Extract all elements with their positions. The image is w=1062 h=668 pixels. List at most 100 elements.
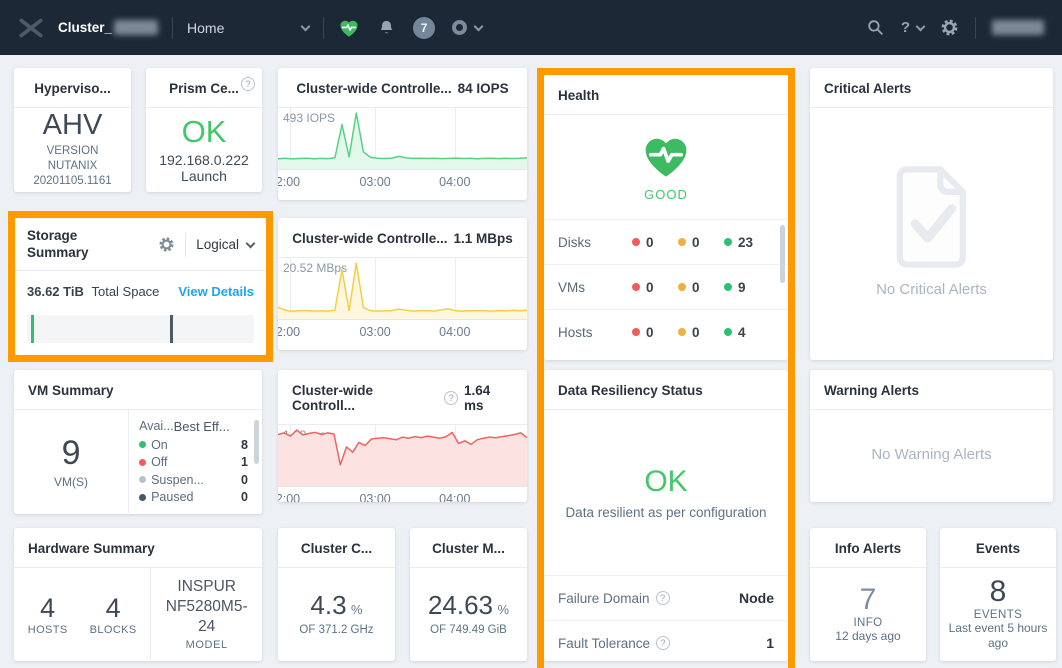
help-circle-icon[interactable]: ?: [656, 636, 670, 650]
scrollbar[interactable]: [780, 225, 785, 283]
help-menu[interactable]: ?: [901, 19, 924, 36]
mbps-chart-plot: 20.52 MBps: [278, 258, 527, 320]
nav-menu-current: Home: [187, 20, 224, 36]
warning-alerts-title: Warning Alerts: [810, 370, 1053, 410]
health-status: GOOD: [644, 187, 688, 202]
hosts-label: HOSTS: [28, 624, 68, 636]
iops-chart-plot: 493 IOPS: [278, 108, 527, 170]
hypervisor-summary-tile: Hyperviso... AHV VERSION NUTANIX 2020110…: [14, 68, 131, 192]
info-alerts-label: INFO: [853, 617, 882, 629]
hypervisor-sub3: 20201105.1161: [33, 174, 111, 189]
prism-central-launch[interactable]: Launch: [181, 168, 227, 184]
storage-usage-bar: [27, 315, 254, 343]
cluster-memory-value: 24.63 %: [428, 590, 509, 621]
hardware-counts: 4 HOSTS 4 BLOCKS: [14, 568, 150, 660]
health-heart-icon[interactable]: [338, 18, 360, 38]
chevron-down-icon: [246, 238, 256, 248]
cluster-cpu-tile: Cluster C... 4.3 % OF 371.2 GHz: [278, 528, 395, 661]
tasks-menu[interactable]: [452, 20, 482, 35]
vm-summary-title: VM Summary: [14, 370, 262, 410]
blocks-count: 4: [106, 593, 121, 624]
storage-gear-icon[interactable]: [158, 236, 175, 253]
health-rows: Disks 0 0 23 VMs 0 0 9 Hosts 0 0 4: [544, 219, 788, 354]
blocks-label: BLOCKS: [90, 624, 137, 636]
vm-state-row: Paused0: [139, 490, 248, 504]
mbps-x-axis: 2:00 03:00 04:00: [278, 320, 527, 344]
vm-count: 9: [62, 434, 81, 473]
nutanix-logo-icon[interactable]: [18, 15, 44, 41]
data-resiliency-title: Data Resiliency Status: [544, 370, 788, 410]
nav-divider: [172, 17, 173, 39]
cluster-cpu-capacity: OF 371.2 GHz: [299, 624, 373, 636]
vm-count-block: 9 VM(S): [14, 410, 128, 513]
mbps-chart-tile[interactable]: Cluster-wide Controlle... 1.1 MBps 20.52…: [278, 218, 527, 350]
cluster-memory-capacity: OF 749.49 GiB: [430, 624, 507, 636]
vm-state-row: On8: [139, 438, 248, 452]
storage-summary-tile: Storage Summary Logical 36.62 TiB Total …: [15, 218, 266, 355]
info-alerts-count[interactable]: 7: [860, 583, 877, 617]
events-tile: Events 8 EVENTS Last event 5 hours ago: [940, 528, 1056, 661]
storage-usage-marker: [170, 315, 173, 343]
status-dot: [139, 459, 146, 466]
storage-total-space: 36.62 TiB Total Space: [27, 284, 159, 299]
health-row-hosts[interactable]: Hosts 0 0 4: [544, 309, 788, 354]
status-dot: [139, 441, 146, 448]
events-count[interactable]: 8: [990, 575, 1007, 609]
nav-divider: [975, 17, 976, 39]
user-menu-redacted[interactable]: [992, 20, 1044, 35]
critical-alerts-title: Critical Alerts: [810, 68, 1053, 108]
help-circle-icon[interactable]: ?: [444, 391, 458, 405]
storage-mode-dropdown[interactable]: Logical: [196, 237, 254, 252]
help-circle-icon[interactable]: ?: [656, 591, 670, 605]
no-warning-alerts-text: No Warning Alerts: [871, 446, 991, 463]
warning-alerts-tile: Warning Alerts No Warning Alerts: [810, 370, 1053, 502]
nav-menu-dropdown[interactable]: Home: [187, 20, 309, 36]
health-row-vms[interactable]: VMs 0 0 9: [544, 264, 788, 309]
iops-chart-tile[interactable]: Cluster-wide Controlle... 84 IOPS 493 IO…: [278, 68, 527, 200]
help-circle-icon[interactable]: ?: [241, 77, 255, 91]
nav-divider: [323, 17, 324, 39]
health-row-disks[interactable]: Disks 0 0 23: [544, 219, 788, 264]
hypervisor-sub1: VERSION: [33, 144, 111, 159]
chevron-down-icon: [474, 21, 484, 31]
latency-chart-tile[interactable]: Cluster-wide Controll... ? 1.64 ms 1.89 …: [278, 370, 527, 502]
vm-legend-header: Avai... Best Eff...: [139, 419, 248, 434]
alerts-bell-icon[interactable]: [377, 18, 396, 38]
info-alerts-tile: Info Alerts 7 INFO 12 days ago: [810, 528, 926, 661]
info-alerts-age: 12 days ago: [835, 629, 900, 643]
vm-state-row: Suspen...0: [139, 473, 248, 487]
prism-central-status: OK: [182, 114, 227, 150]
scrollbar[interactable]: [254, 420, 259, 464]
critical-alerts-tile: Critical Alerts No Critical Alerts: [810, 68, 1053, 360]
failure-domain-value: Node: [739, 590, 774, 606]
notification-count-badge[interactable]: 7: [413, 17, 435, 39]
resiliency-message: Data resilient as per configuration: [565, 505, 766, 520]
mbps-chart-value: 1.1 MBps: [453, 231, 512, 246]
no-critical-alerts-text: No Critical Alerts: [876, 281, 987, 298]
prism-dashboard: Cluster_ Home 7: [0, 0, 1062, 668]
settings-gear-icon[interactable]: [940, 18, 959, 37]
health-title: Health: [544, 75, 788, 115]
fault-tolerance-value: 1: [766, 635, 774, 651]
chevron-down-icon: [916, 21, 926, 31]
latency-chart-value: 1.64 ms: [464, 383, 513, 413]
hardware-summary-tile: Hardware Summary 4 HOSTS 4 BLOCKS INSPUR…: [14, 528, 262, 661]
vm-count-label: VM(S): [54, 475, 88, 489]
events-age: Last event 5 hours ago: [944, 621, 1052, 651]
events-label: EVENTS: [974, 609, 1022, 621]
vm-legend: Avai... Best Eff... On8 Off1 Suspen...0: [129, 410, 262, 513]
latency-chart-plot: 1.89 ms: [278, 425, 527, 487]
top-navbar: Cluster_ Home 7: [0, 0, 1062, 55]
cluster-name[interactable]: Cluster_: [58, 20, 158, 35]
search-icon[interactable]: [866, 18, 885, 37]
warning-dot: [678, 283, 686, 291]
cluster-memory-tile: Cluster M... 24.63 % OF 749.49 GiB: [410, 528, 527, 661]
hypervisor-value: AHV: [43, 109, 103, 142]
storage-view-details-link[interactable]: View Details: [178, 284, 254, 299]
hardware-model-label: MODEL: [186, 639, 228, 651]
hardware-model-block: INSPUR NF5280M5-24 MODEL: [151, 568, 262, 660]
latency-chart-title: Cluster-wide Controll...: [292, 383, 438, 413]
prism-central-tile: ? Prism Ce... OK 192.168.0.222 Launch: [146, 68, 262, 192]
good-dot: [724, 328, 732, 336]
cluster-cpu-title: Cluster C...: [278, 528, 395, 568]
